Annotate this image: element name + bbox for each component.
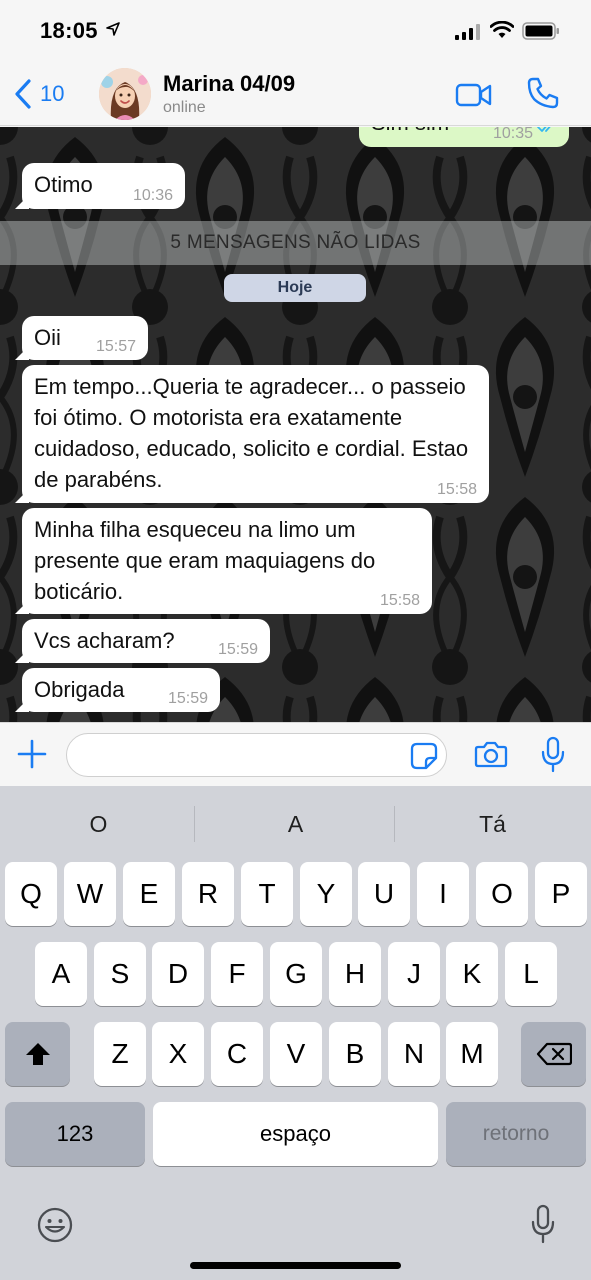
voice-call-button[interactable]: [526, 76, 560, 115]
backspace-key[interactable]: [521, 1022, 586, 1086]
suggestion-bar: O A Tá: [0, 786, 591, 862]
key-g[interactable]: G: [270, 942, 322, 1006]
location-arrow-icon: [106, 22, 120, 41]
shift-icon: [25, 1043, 50, 1065]
status-time: 18:05: [40, 18, 98, 43]
voice-note-button[interactable]: [540, 736, 566, 779]
return-key[interactable]: retorno: [446, 1102, 586, 1166]
message-bubble[interactable]: Minha filha esqueceu na limo um presente…: [22, 508, 432, 614]
key-f[interactable]: F: [211, 942, 263, 1006]
double-check-icon: [537, 127, 559, 141]
key-q[interactable]: Q: [5, 862, 57, 926]
video-camera-icon: [455, 83, 492, 107]
key-k[interactable]: K: [446, 942, 498, 1006]
key-z[interactable]: Z: [94, 1022, 146, 1086]
key-c[interactable]: C: [211, 1022, 263, 1086]
signal-icon: [455, 24, 481, 45]
video-call-button[interactable]: [455, 82, 493, 113]
key-x[interactable]: X: [152, 1022, 204, 1086]
camera-button[interactable]: [474, 740, 508, 773]
wifi-icon: [489, 20, 515, 44]
key-p[interactable]: P: [535, 862, 587, 926]
camera-icon: [474, 741, 508, 768]
key-u[interactable]: U: [358, 862, 410, 926]
message-text: Em tempo...Queria te agradecer... o pass…: [34, 374, 475, 492]
key-s[interactable]: S: [94, 942, 146, 1006]
home-indicator[interactable]: [190, 1262, 401, 1269]
key-t[interactable]: T: [241, 862, 293, 926]
unread-chats-count: 10: [40, 81, 65, 106]
chat-area[interactable]: Sim sim 10:35 Otimo 10:36 5 MENSAGENS NÃ…: [0, 127, 591, 722]
unread-messages-banner: 5 MENSAGENS NÃO LIDAS: [0, 221, 591, 265]
emoji-button[interactable]: [36, 1206, 74, 1249]
contact-name[interactable]: Marina 04/09: [163, 71, 295, 97]
sticker-button[interactable]: [410, 742, 438, 775]
dictation-button[interactable]: [531, 1204, 555, 1249]
suggestion-item[interactable]: O: [0, 786, 197, 862]
battery-icon: [522, 22, 560, 45]
key-n[interactable]: N: [388, 1022, 440, 1086]
plus-icon: [17, 739, 47, 769]
message-bubble-outgoing[interactable]: Sim sim 10:35: [359, 127, 569, 147]
numbers-key[interactable]: 123: [5, 1102, 145, 1166]
date-separator: Hoje: [224, 274, 366, 302]
suggestion-divider: [194, 806, 195, 842]
message-time: 10:36: [132, 187, 173, 204]
key-i[interactable]: I: [417, 862, 469, 926]
key-d[interactable]: D: [152, 942, 204, 1006]
message-time: 15:59: [217, 641, 258, 658]
message-time: 10:35: [492, 127, 533, 142]
key-l[interactable]: L: [505, 942, 557, 1006]
suggestion-item[interactable]: A: [197, 786, 394, 862]
key-a[interactable]: A: [35, 942, 87, 1006]
message-text: Minha filha esqueceu na limo um presente…: [34, 517, 382, 604]
key-v[interactable]: V: [270, 1022, 322, 1086]
message-bubble[interactable]: Obrigada 15:59: [22, 668, 220, 712]
suggestion-item[interactable]: Tá: [394, 786, 591, 862]
key-w[interactable]: W: [64, 862, 116, 926]
emoji-icon: [37, 1207, 73, 1243]
phone-icon: [527, 77, 559, 109]
message-time: 15:59: [167, 690, 208, 707]
key-r[interactable]: R: [182, 862, 234, 926]
keyboard: O A Tá Q W E R T Y U I O P A S D F G H J…: [0, 786, 591, 1280]
message-time: 15:58: [436, 481, 477, 498]
key-y[interactable]: Y: [300, 862, 352, 926]
message-input[interactable]: [66, 733, 447, 777]
back-button[interactable]: 10: [14, 76, 64, 112]
chat-header: 10 Marina 04/09 online: [0, 62, 591, 126]
sticker-icon: [410, 742, 438, 770]
shift-key[interactable]: [5, 1022, 70, 1086]
message-bubble[interactable]: Em tempo...Queria te agradecer... o pass…: [22, 365, 489, 503]
key-m[interactable]: M: [446, 1022, 498, 1086]
status-bar: 18:05: [0, 0, 591, 62]
message-bubble[interactable]: Oii 15:57: [22, 316, 148, 360]
chevron-left-icon: [15, 79, 31, 109]
key-e[interactable]: E: [123, 862, 175, 926]
attach-button[interactable]: [17, 739, 47, 774]
key-j[interactable]: J: [388, 942, 440, 1006]
microphone-icon: [541, 736, 565, 773]
key-b[interactable]: B: [329, 1022, 381, 1086]
avatar[interactable]: [99, 68, 151, 120]
backspace-icon: [536, 1042, 572, 1066]
message-bubble[interactable]: Otimo 10:36: [22, 163, 185, 209]
message-time: 15:58: [379, 592, 420, 609]
message-bubble[interactable]: Vcs acharam? 15:59: [22, 619, 270, 663]
microphone-icon: [531, 1204, 555, 1244]
space-key[interactable]: espaço: [153, 1102, 438, 1166]
message-input-bar: [0, 722, 591, 786]
key-h[interactable]: H: [329, 942, 381, 1006]
message-time: 15:57: [95, 338, 136, 355]
key-o[interactable]: O: [476, 862, 528, 926]
contact-status: online: [163, 99, 206, 116]
